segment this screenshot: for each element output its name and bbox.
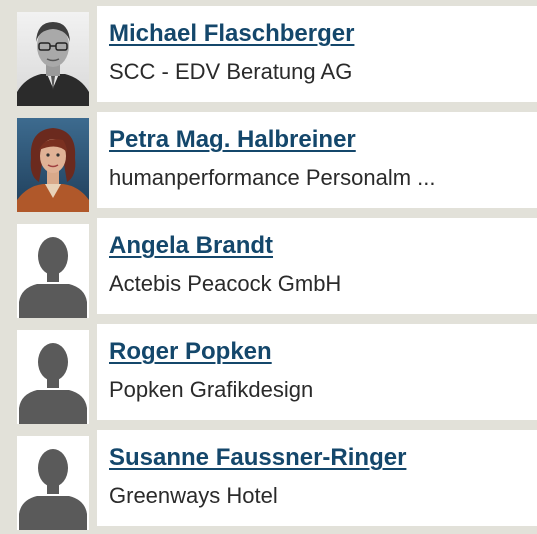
avatar[interactable] bbox=[17, 12, 89, 106]
person-silhouette-icon bbox=[17, 436, 89, 530]
contact-row: Petra Mag. Halbreiner humanperformance P… bbox=[0, 112, 537, 212]
contact-company: Greenways Hotel bbox=[109, 483, 278, 508]
avatar[interactable] bbox=[17, 118, 89, 212]
contact-company: SCC - EDV Beratung AG bbox=[109, 59, 353, 84]
contact-name-link[interactable]: Roger Popken bbox=[109, 338, 272, 366]
photo-man-glasses-icon bbox=[17, 12, 89, 106]
contact-company: Actebis Peacock GmbH bbox=[109, 271, 342, 296]
contact-name-link[interactable]: Michael Flaschberger bbox=[109, 20, 354, 48]
contact-row: Roger Popken Popken Grafikdesign bbox=[0, 324, 537, 424]
contact-row: Michael Flaschberger SCC - EDV Beratung … bbox=[0, 6, 537, 106]
contact-company: Popken Grafikdesign bbox=[109, 377, 314, 402]
contact-row: Susanne Faussner-Ringer Greenways Hotel bbox=[0, 430, 537, 530]
avatar[interactable] bbox=[17, 330, 89, 424]
contact-card: Angela Brandt Actebis Peacock GmbH bbox=[97, 218, 537, 314]
contact-company: humanperformance Personalm ... bbox=[109, 165, 436, 190]
contact-name-link[interactable]: Susanne Faussner-Ringer bbox=[109, 444, 406, 472]
person-silhouette-icon bbox=[17, 330, 89, 424]
contact-list: Michael Flaschberger SCC - EDV Beratung … bbox=[0, 0, 537, 534]
contact-card: Michael Flaschberger SCC - EDV Beratung … bbox=[97, 6, 537, 102]
person-silhouette-icon bbox=[17, 224, 89, 318]
contact-name-link[interactable]: Angela Brandt bbox=[109, 232, 273, 260]
contact-card: Susanne Faussner-Ringer Greenways Hotel bbox=[97, 430, 537, 526]
photo-woman-red-hair-icon bbox=[17, 118, 89, 212]
avatar[interactable] bbox=[17, 224, 89, 318]
contact-row: Angela Brandt Actebis Peacock GmbH bbox=[0, 218, 537, 318]
contact-name-link[interactable]: Petra Mag. Halbreiner bbox=[109, 126, 356, 154]
avatar[interactable] bbox=[17, 436, 89, 530]
contact-card: Roger Popken Popken Grafikdesign bbox=[97, 324, 537, 420]
contact-card: Petra Mag. Halbreiner humanperformance P… bbox=[97, 112, 537, 208]
